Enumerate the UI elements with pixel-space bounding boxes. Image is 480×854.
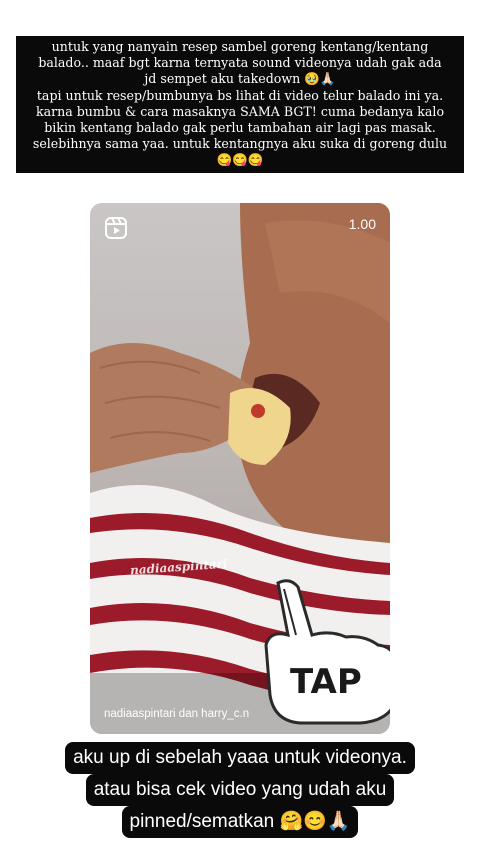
top-caption-line: balado.. maaf bgt karna ternyata sound v… <box>38 55 442 71</box>
top-caption-line: selebihnya sama yaa. untuk kentangnya ak… <box>32 136 448 152</box>
top-caption-line: bikin kentang balado gak perlu tambahan … <box>44 120 436 136</box>
reel-credit: nadiaaspintari dan harry_c.n <box>104 708 250 720</box>
shared-reel-card[interactable]: 1.00 nadiaaspintari TAP nadiaaspintari d… <box>90 203 390 734</box>
reels-icon <box>105 217 127 239</box>
tap-sticker-label: TAP <box>290 662 362 702</box>
top-caption-line: 😋😋😋 <box>216 152 264 168</box>
reel-timer: 1.00 <box>348 216 376 232</box>
top-caption-line: untuk yang nanyain resep sambel goreng k… <box>51 39 429 54</box>
bottom-caption-line: pinned/sematkan 🤗😊🙏🏻 <box>121 806 359 838</box>
top-caption-line: tapi untuk resep/bumbunya bs lihat di vi… <box>36 87 444 103</box>
bottom-caption-line: aku up di sebelah yaaa untuk videonya. <box>65 742 415 774</box>
bottom-caption-line: atau bisa cek video yang udah aku <box>85 774 395 806</box>
bottom-caption: aku up di sebelah yaaa untuk videonya. a… <box>0 742 480 838</box>
top-caption-line: karna bumbu & cara masaknya SAMA BGT! cu… <box>35 103 445 119</box>
top-caption-line: jd sempet aku takedown 🥹🙏🏻 <box>144 71 336 87</box>
top-caption: untuk yang nanyain resep sambel goreng k… <box>16 36 464 173</box>
tap-sticker[interactable]: TAP <box>260 575 390 725</box>
